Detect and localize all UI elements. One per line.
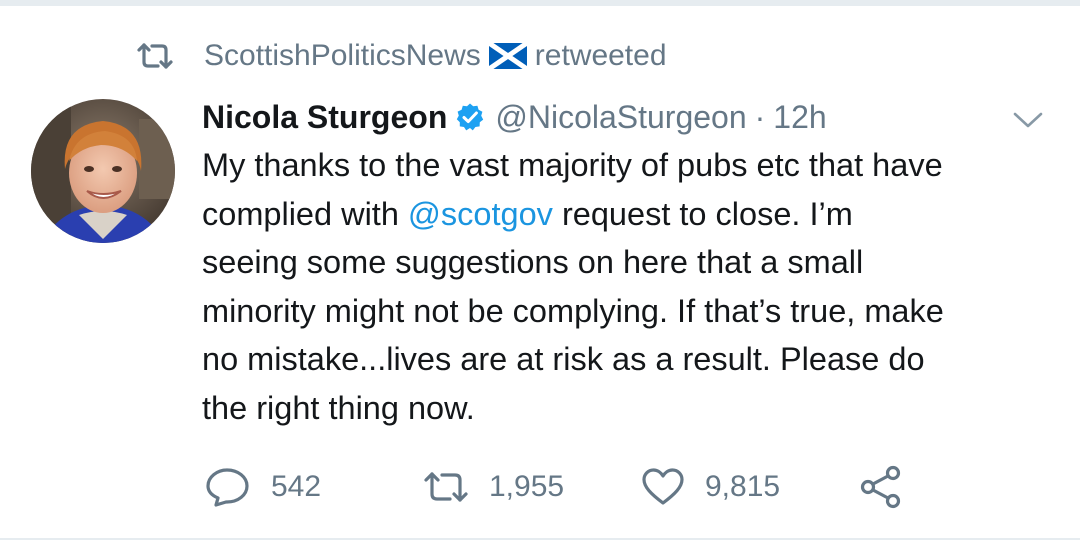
tweet-text-line: seeing some suggestions on here that a s… [202, 244, 864, 280]
tweet-text-line: My thanks to the vast majority of pubs e… [202, 147, 943, 183]
saltire-flag-icon [488, 43, 527, 69]
tweet-timestamp[interactable]: 12h [773, 99, 826, 136]
retweeter-name[interactable]: ScottishPoliticsNews [204, 39, 481, 73]
author-handle[interactable]: @NicolaSturgeon [495, 99, 746, 136]
mention-link[interactable]: @scotgov [408, 196, 553, 232]
retweet-action-label: retweeted [534, 39, 667, 72]
bottom-divider [0, 538, 1080, 540]
share-icon [860, 465, 901, 509]
verified-badge-icon [457, 103, 484, 131]
chevron-down-icon[interactable] [1010, 108, 1046, 132]
text-segment: request to close. I’m [552, 195, 853, 232]
reply-count: 542 [271, 470, 322, 503]
tweet-text: My thanks to the vast majority of pubs e… [202, 141, 1062, 432]
tweet-text-line: minority might not be complying. If that… [202, 292, 944, 329]
retweet-icon [137, 43, 173, 69]
retweet-count: 1,955 [489, 470, 565, 503]
meta-separator: · [754, 98, 766, 135]
retweet-button[interactable]: 1,955 [423, 462, 564, 512]
tweet-text-line: no mistake...lives are at risk as a resu… [202, 341, 925, 377]
author-display-name[interactable]: Nicola Sturgeon [202, 99, 447, 136]
text-segment: complied with [202, 195, 408, 232]
share-button[interactable] [859, 462, 925, 512]
retweet-icon [424, 472, 468, 502]
tweet-text-line: complied with @scotgov request to close.… [202, 190, 1062, 239]
tweet-actions: 542 1,955 9,815 [0, 462, 1080, 512]
reply-button[interactable]: 542 [205, 462, 321, 512]
avatar[interactable] [31, 99, 175, 243]
top-divider [0, 0, 1080, 6]
heart-icon [642, 468, 684, 505]
like-count: 9,815 [705, 470, 781, 503]
tweet-text-line: the right thing now. [202, 389, 475, 426]
tweet-header: Nicola Sturgeon @NicolaSturgeon · 12h [202, 95, 827, 139]
avatar-photo [31, 99, 175, 243]
reply-icon [206, 468, 249, 507]
social-context[interactable]: ScottishPoliticsNews retweeted [136, 36, 667, 76]
like-button[interactable]: 9,815 [641, 462, 780, 512]
